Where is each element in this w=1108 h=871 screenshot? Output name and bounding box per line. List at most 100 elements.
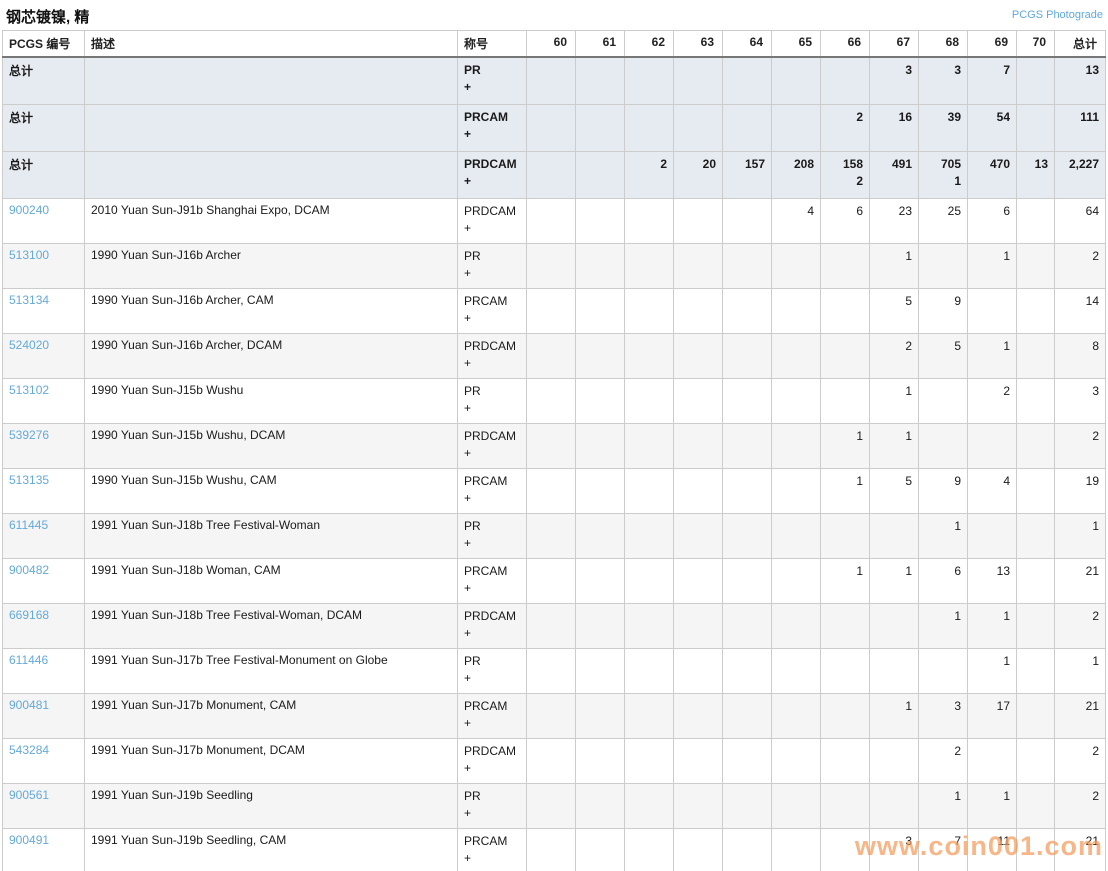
pcgs-number-link[interactable]: 524020 [9,338,49,352]
grade-61-cell [576,469,625,514]
grade-65-cell [772,379,821,424]
pcgs-photograde-link[interactable]: PCGS Photograde [1012,9,1103,21]
grade-69-cell: 13 [968,559,1017,604]
pcgs-number-cell: 513134 [3,289,85,334]
grade-63-cell [674,199,723,244]
pcgs-number-link[interactable]: 543284 [9,743,49,757]
designation-cell: PRDCAM+ [458,739,527,784]
description-cell [85,105,458,152]
description-text: 1991 Yuan Sun-J17b Tree Festival-Monumen… [91,653,451,667]
grade-61-cell [576,334,625,379]
pcgs-number-link[interactable]: 900561 [9,788,49,802]
grade-64-cell [723,784,772,829]
table-row: 9004821991 Yuan Sun-J18b Woman, CAMPRCAM… [3,559,1106,604]
designation-label: PR [464,248,520,265]
designation-label: PRDCAM [464,743,520,760]
pcgs-number-link[interactable]: 513100 [9,248,49,262]
grade-64-cell [723,334,772,379]
grade-67-cell: 1 [870,424,919,469]
designation-label: PRDCAM [464,608,520,625]
grade-67-cell: 1 [870,559,919,604]
grade-count: 16 [876,109,912,126]
description-text: 1991 Yuan Sun-J18b Tree Festival-Woman [91,518,451,532]
designation-plus: + [464,715,520,732]
pcgs-number-link[interactable]: 900482 [9,563,49,577]
grade-count: 2 [925,743,961,760]
grade-66-cell [821,379,870,424]
pcgs-number-link[interactable]: 513102 [9,383,49,397]
grade-69-cell [968,289,1017,334]
grade-count: 1 [876,248,912,265]
grade-60-cell [527,559,576,604]
grade-66-cell [821,289,870,334]
pcgs-number-link[interactable]: 669168 [9,608,49,622]
row-total-value: 1 [1061,518,1099,535]
pcgs-number-link[interactable]: 611445 [9,518,48,532]
grade-70-cell [1017,57,1055,105]
grade-64-cell [723,199,772,244]
col-header-grade-63: 63 [674,31,723,58]
pcgs-number-cell: 900240 [3,199,85,244]
pcgs-number-link[interactable]: 900240 [9,203,49,217]
grade-count: 1 [974,788,1010,805]
description-cell: 1990 Yuan Sun-J16b Archer [85,244,458,289]
row-total-cell: 2,227 [1055,152,1106,199]
grade-60-cell [527,379,576,424]
designation-label: PRDCAM [464,156,520,173]
designation-label: PRDCAM [464,338,520,355]
row-total-cell: 21 [1055,829,1106,871]
grade-65-cell [772,244,821,289]
grade-63-cell [674,334,723,379]
pcgs-number-link[interactable]: 513135 [9,473,49,487]
table-row: 5240201990 Yuan Sun-J16b Archer, DCAMPRD… [3,334,1106,379]
grade-62-cell [625,559,674,604]
grade-69-cell [968,424,1017,469]
grade-count: 9 [925,293,961,310]
table-row: 5131021990 Yuan Sun-J15b WushuPR+123 [3,379,1106,424]
grade-68-cell: 7051 [919,152,968,199]
description-cell: 1990 Yuan Sun-J15b Wushu [85,379,458,424]
grade-63-cell [674,694,723,739]
designation-cell: PRDCAM+ [458,152,527,199]
grade-63-cell [674,649,723,694]
grade-count: 9 [925,473,961,490]
pcgs-number-link[interactable]: 611446 [9,653,48,667]
grade-count: 1 [876,383,912,400]
grade-68-cell [919,649,968,694]
population-table: PCGS 编号 描述 称号 60 61 62 63 64 65 66 67 68… [2,30,1106,871]
grade-60-cell [527,784,576,829]
grade-63-cell [674,514,723,559]
grade-66-cell [821,784,870,829]
grade-69-cell: 2 [968,379,1017,424]
pcgs-number-link[interactable]: 900491 [9,833,49,847]
row-total-value: 21 [1061,563,1099,580]
pcgs-number-link[interactable]: 539276 [9,428,49,442]
grade-62-cell [625,604,674,649]
description-text: 1991 Yuan Sun-J18b Tree Festival-Woman, … [91,608,451,622]
row-total-value: 2 [1061,428,1099,445]
pcgs-number-cell: 611446 [3,649,85,694]
grade-count: 1 [876,698,912,715]
grade-69-cell: 11 [968,829,1017,871]
col-header-pcgs-number: PCGS 编号 [3,31,85,58]
grade-70-cell [1017,694,1055,739]
designation-cell: PR+ [458,649,527,694]
grade-62-cell [625,649,674,694]
pcgs-number-cell: 611445 [3,514,85,559]
designation-cell: PR+ [458,57,527,105]
description-cell [85,57,458,105]
grade-61-cell [576,604,625,649]
description-cell: 1991 Yuan Sun-J17b Monument, DCAM [85,739,458,784]
designation-cell: PRCAM+ [458,289,527,334]
table-row: 5432841991 Yuan Sun-J17b Monument, DCAMP… [3,739,1106,784]
col-header-grade-66: 66 [821,31,870,58]
grade-count: 491 [876,156,912,173]
designation-cell: PRDCAM+ [458,334,527,379]
pcgs-number-link[interactable]: 900481 [9,698,49,712]
row-total-value: 3 [1061,383,1099,400]
description-text: 1990 Yuan Sun-J15b Wushu [91,383,451,397]
pcgs-number-link[interactable]: 513134 [9,293,49,307]
row-total-cell: 111 [1055,105,1106,152]
col-header-grade-70: 70 [1017,31,1055,58]
grade-69-cell: 1 [968,244,1017,289]
